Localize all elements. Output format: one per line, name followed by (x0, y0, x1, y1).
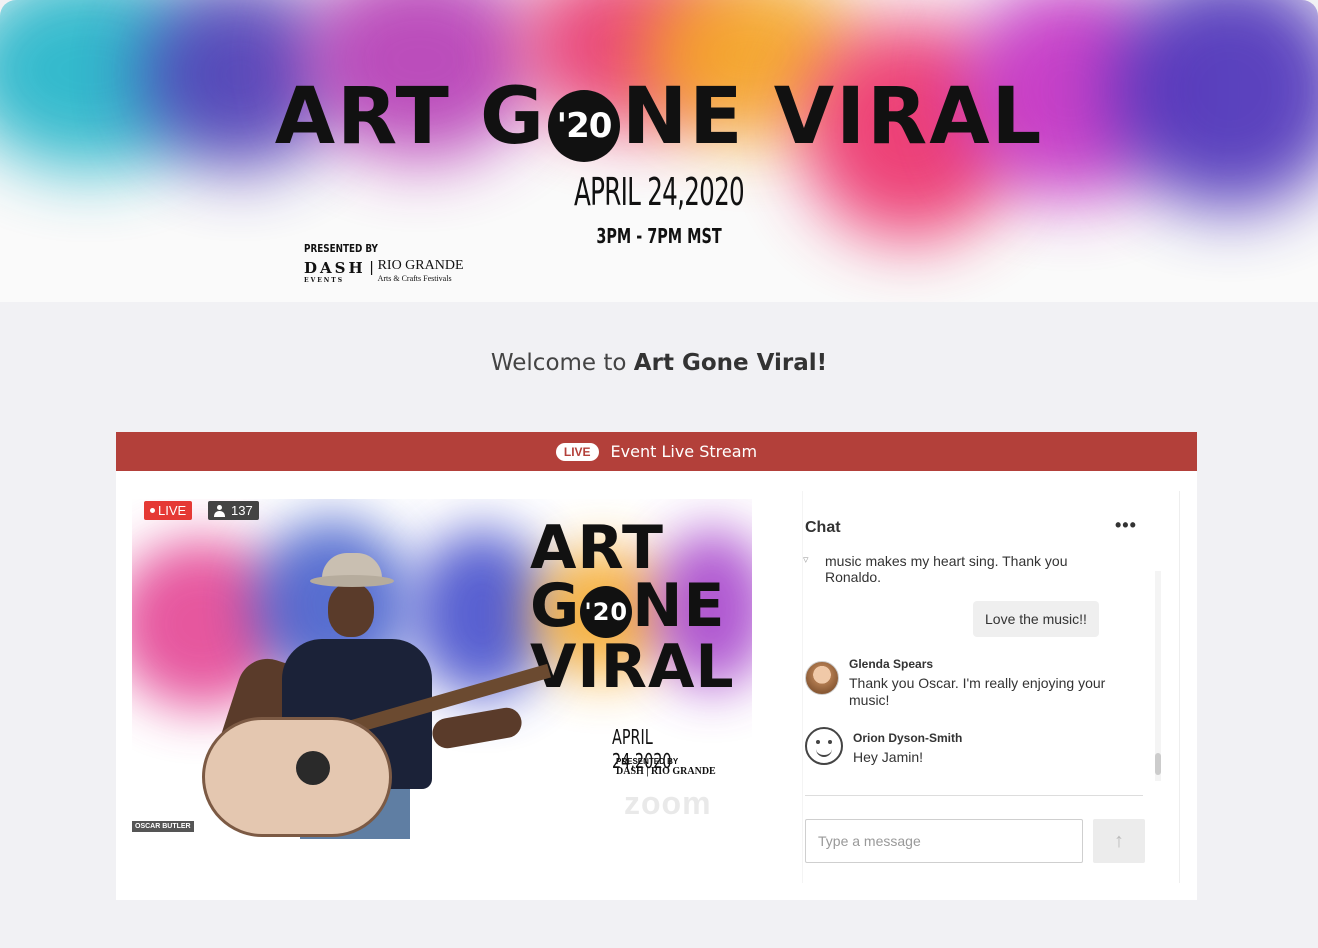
year-badge: '20 (548, 90, 621, 162)
banner-title: ART G '20 NE VIRAL (0, 72, 1318, 162)
guitar-soundhole (296, 751, 330, 785)
stream-header: LIVE Event Live Stream (116, 432, 1197, 471)
org1-name: DASH (304, 259, 366, 277)
speaker-name-tag: OSCAR BUTLER (132, 821, 194, 832)
welcome-heading: Welcome to Art Gone Viral! (0, 350, 1318, 376)
title-part: ART G (274, 72, 547, 162)
live-badge: LIVE (555, 442, 599, 461)
org2-name: RIO GRANDE (377, 258, 464, 273)
send-button[interactable]: ↑ (1093, 819, 1145, 863)
logo-line: NE (632, 571, 726, 641)
video-presented-by: PRESENTED BY DASH | RIO GRANDE (616, 757, 716, 777)
stream-title: Event Live Stream (610, 442, 758, 461)
title-part: NE VIRAL (622, 72, 1044, 162)
chat-panel: Chat ••• ▿ music makes my heart sing. Th… (802, 491, 1180, 883)
year-badge: '20 (580, 586, 633, 638)
org2-sub: Arts & Crafts Festivals (377, 274, 452, 283)
avatar-placeholder-icon (805, 727, 843, 765)
dash-logo: DASH EVENTS (304, 259, 366, 284)
presented-by: PRESENTED BY DASH EVENTS | RIO GRANDE Arts… (304, 242, 464, 285)
guitar-body (202, 717, 392, 837)
avatar (805, 661, 839, 695)
chat-divider (805, 795, 1143, 796)
viewer-count: 137 (208, 501, 259, 520)
chat-scrollbar-thumb[interactable] (1155, 753, 1161, 775)
logo-line: G (530, 571, 581, 641)
person-icon (214, 504, 225, 517)
logo-line: ART (530, 513, 664, 583)
viewer-count-value: 137 (231, 503, 253, 518)
more-options-icon[interactable]: ••• (1115, 515, 1137, 536)
avatar-partial-icon: ▿ (803, 554, 809, 566)
chat-message: music makes my heart sing. Thank you Ron… (825, 553, 1068, 585)
chat-message-input[interactable] (805, 819, 1083, 863)
live-label: LIVE (158, 503, 187, 518)
welcome-prefix: Welcome to (490, 350, 634, 376)
presented-by-label: PRESENTED BY (616, 757, 679, 766)
event-banner: ART G '20 NE VIRAL APRIL 24,2020 3PM - 7PM… (0, 0, 1318, 302)
video-event-logo: ART G '20NE VIRAL (530, 513, 735, 702)
own-chat-message: Love the music!! (973, 601, 1099, 637)
chat-message: Hey Jamin! (853, 749, 924, 765)
chat-sender: Orion Dyson-Smith (853, 731, 963, 745)
chat-title: Chat (805, 519, 841, 536)
org1-sub: EVENTS (304, 277, 345, 284)
performer-hat-brim (310, 575, 394, 587)
video-player[interactable]: ART G '20NE VIRAL APRIL 24,2020 PRESENTED… (132, 499, 752, 839)
video-live-tag: LIVE (144, 501, 193, 520)
org-names: DASH | RIO GRANDE (616, 766, 716, 777)
stream-body: ART G '20NE VIRAL APRIL 24,2020 PRESENTED… (116, 471, 1197, 900)
rio-grande-logo: RIO GRANDE Arts & Crafts Festivals (378, 259, 464, 285)
chat-sender: Glenda Spears (849, 657, 934, 671)
logo-line: VIRAL (530, 632, 735, 702)
performer-head (328, 583, 374, 637)
welcome-event-name: Art Gone Viral! (633, 350, 828, 376)
chat-scrollbar[interactable] (1155, 571, 1161, 781)
chat-message: Thank you Oscar. I'm really enjoying you… (849, 675, 1106, 708)
presented-by-label: PRESENTED BY (304, 242, 378, 255)
performer-arm (430, 705, 524, 751)
zoom-watermark: zoom (624, 785, 712, 821)
banner-date: APRIL 24,2020 (574, 170, 745, 214)
up-arrow-icon: ↑ (1114, 829, 1124, 852)
